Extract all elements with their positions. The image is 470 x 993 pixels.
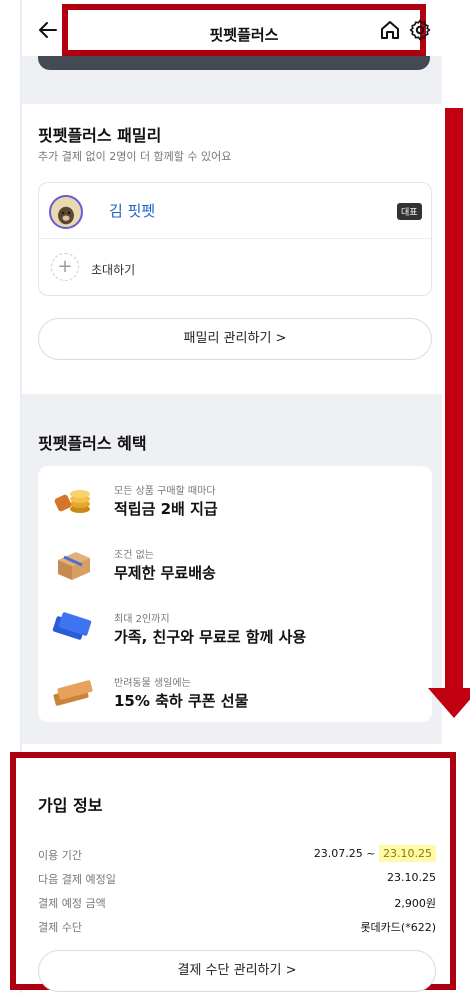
method-row: 결제 수단 롯데카드(*622) [38,916,436,936]
page-title: 핏펫플러스 [209,26,279,44]
next-payment-label: 다음 결제 예정일 [38,873,116,886]
period-start: 23.07.25 ~ [313,847,376,860]
signup-info-section: 가입 정보 이용 기간 23.07.25 ~ 23.10.25 다음 결제 예정… [10,752,456,992]
next-payment-value: 23.10.25 [387,871,436,884]
period-label: 이용 기간 [38,849,82,862]
benefit-small-text: 최대 2인까지 [114,614,170,625]
signup-title: 가입 정보 [38,796,103,815]
scroll-annotation-arrowhead [428,688,470,718]
dog-avatar-icon [51,197,81,227]
benefit-item: 조건 없는 무제한 무료배송 [38,534,432,598]
period-row: 이용 기간 23.07.25 ~ 23.10.25 [38,844,436,864]
benefits-title: 핏펫플러스 혜택 [38,434,147,453]
amount-value: 2,900원 [394,897,436,910]
benefit-item: 모든 상품 구매할 때마다 적립금 2배 지급 [38,470,432,534]
title-highlight-box: 핏펫플러스 [62,4,426,56]
member-cards-icon [52,612,92,640]
coupon-icon [53,680,93,706]
top-gray-section [22,56,442,104]
plus-icon: + [51,253,79,281]
card-edge [38,56,430,70]
benefits-section: 핏펫플러스 혜택 모든 상품 구매할 때마다 적립금 2배 지급 조건 없는 무… [22,394,442,744]
benefit-item: 최대 2인까지 가족, 친구와 무료로 함께 사용 [38,598,432,662]
method-value: 롯데카드(*622) [360,921,436,934]
scroll-annotation-arrow [445,108,463,690]
benefits-card: 모든 상품 구매할 때마다 적립금 2배 지급 조건 없는 무제한 무료배송 최… [38,466,432,722]
representative-badge: 대표 [397,203,422,220]
method-label: 결제 수단 [38,921,82,934]
benefit-small-text: 모든 상품 구매할 때마다 [114,486,216,497]
benefit-main-text: 무제한 무료배송 [114,564,216,582]
home-icon[interactable] [378,18,402,42]
gear-icon[interactable] [408,18,432,42]
avatar [49,195,83,229]
invite-row[interactable]: + 초대하기 [39,239,431,297]
top-app-bar: 핏펫플러스 [22,0,448,60]
amount-row: 결제 예정 금액 2,900원 [38,892,436,912]
benefit-item: 반려동물 생일에는 15% 축하 쿠폰 선물 [38,662,432,726]
family-section: 핏펫플러스 패밀리 추가 결제 없이 2명이 더 함께할 수 있어요 김 핏펫 … [22,104,442,394]
benefit-small-text: 조건 없는 [114,550,154,561]
family-manage-button[interactable]: 패밀리 관리하기 > [38,318,432,360]
back-arrow-icon[interactable] [36,18,60,42]
family-title: 핏펫플러스 패밀리 [38,126,162,145]
member-name: 김 핏펫 [109,202,156,220]
member-row[interactable]: 김 핏펫 대표 [39,183,431,239]
benefit-small-text: 반려동물 생일에는 [114,678,191,689]
invite-label: 초대하기 [91,263,136,277]
family-subtitle: 추가 결제 없이 2명이 더 함께할 수 있어요 [38,150,232,163]
period-value: 23.07.25 ~ 23.10.25 [313,845,436,862]
amount-label: 결제 예정 금액 [38,897,106,910]
coins-icon [54,490,90,513]
period-end: 23.10.25 [379,845,436,862]
family-member-box: 김 핏펫 대표 + 초대하기 [38,182,432,296]
benefit-main-text: 가족, 친구와 무료로 함께 사용 [114,628,307,646]
next-payment-row: 다음 결제 예정일 23.10.25 [38,868,436,888]
benefit-main-text: 15% 축하 쿠폰 선물 [114,692,249,710]
parcel-icon [58,552,90,580]
payment-manage-button[interactable]: 결제 수단 관리하기 > [38,950,436,992]
benefit-main-text: 적립금 2배 지급 [114,500,218,518]
